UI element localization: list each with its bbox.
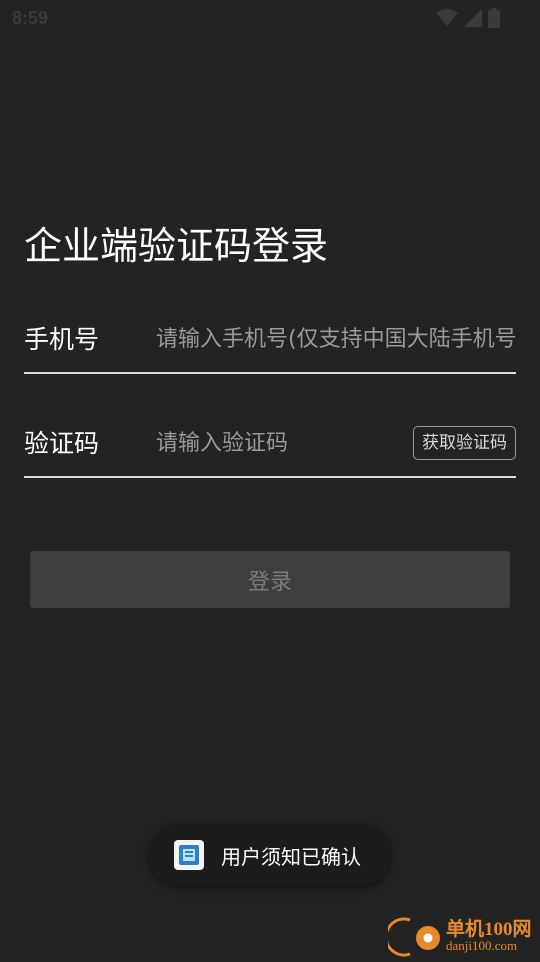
status-icons [436, 8, 500, 28]
get-code-button[interactable]: 获取验证码 [413, 426, 516, 460]
code-input[interactable] [156, 426, 396, 462]
status-time: 8:59 [12, 8, 49, 28]
phone-row: 手机号 [24, 312, 516, 374]
watermark: 单机100网 danji100.com [384, 914, 538, 958]
watermark-logo-icon [384, 914, 444, 962]
code-label: 验证码 [24, 429, 100, 458]
code-row: 验证码 获取验证码 [24, 416, 516, 478]
status-bar: 8:59 [0, 0, 540, 36]
phone-label: 手机号 [24, 325, 100, 354]
login-button[interactable]: 登录 [30, 551, 510, 608]
app-icon [174, 840, 204, 870]
toast-text: 用户须知已确认 [221, 844, 361, 869]
signal-icon [464, 9, 482, 27]
phone-input[interactable] [156, 322, 516, 358]
wifi-icon [436, 9, 458, 27]
page-title: 企业端验证码登录 [24, 224, 329, 268]
battery-icon [488, 8, 500, 28]
watermark-title: 单机100网 [446, 919, 532, 940]
watermark-url: danji100.com [446, 938, 518, 953]
toast: 用户须知已确认 [149, 824, 391, 886]
